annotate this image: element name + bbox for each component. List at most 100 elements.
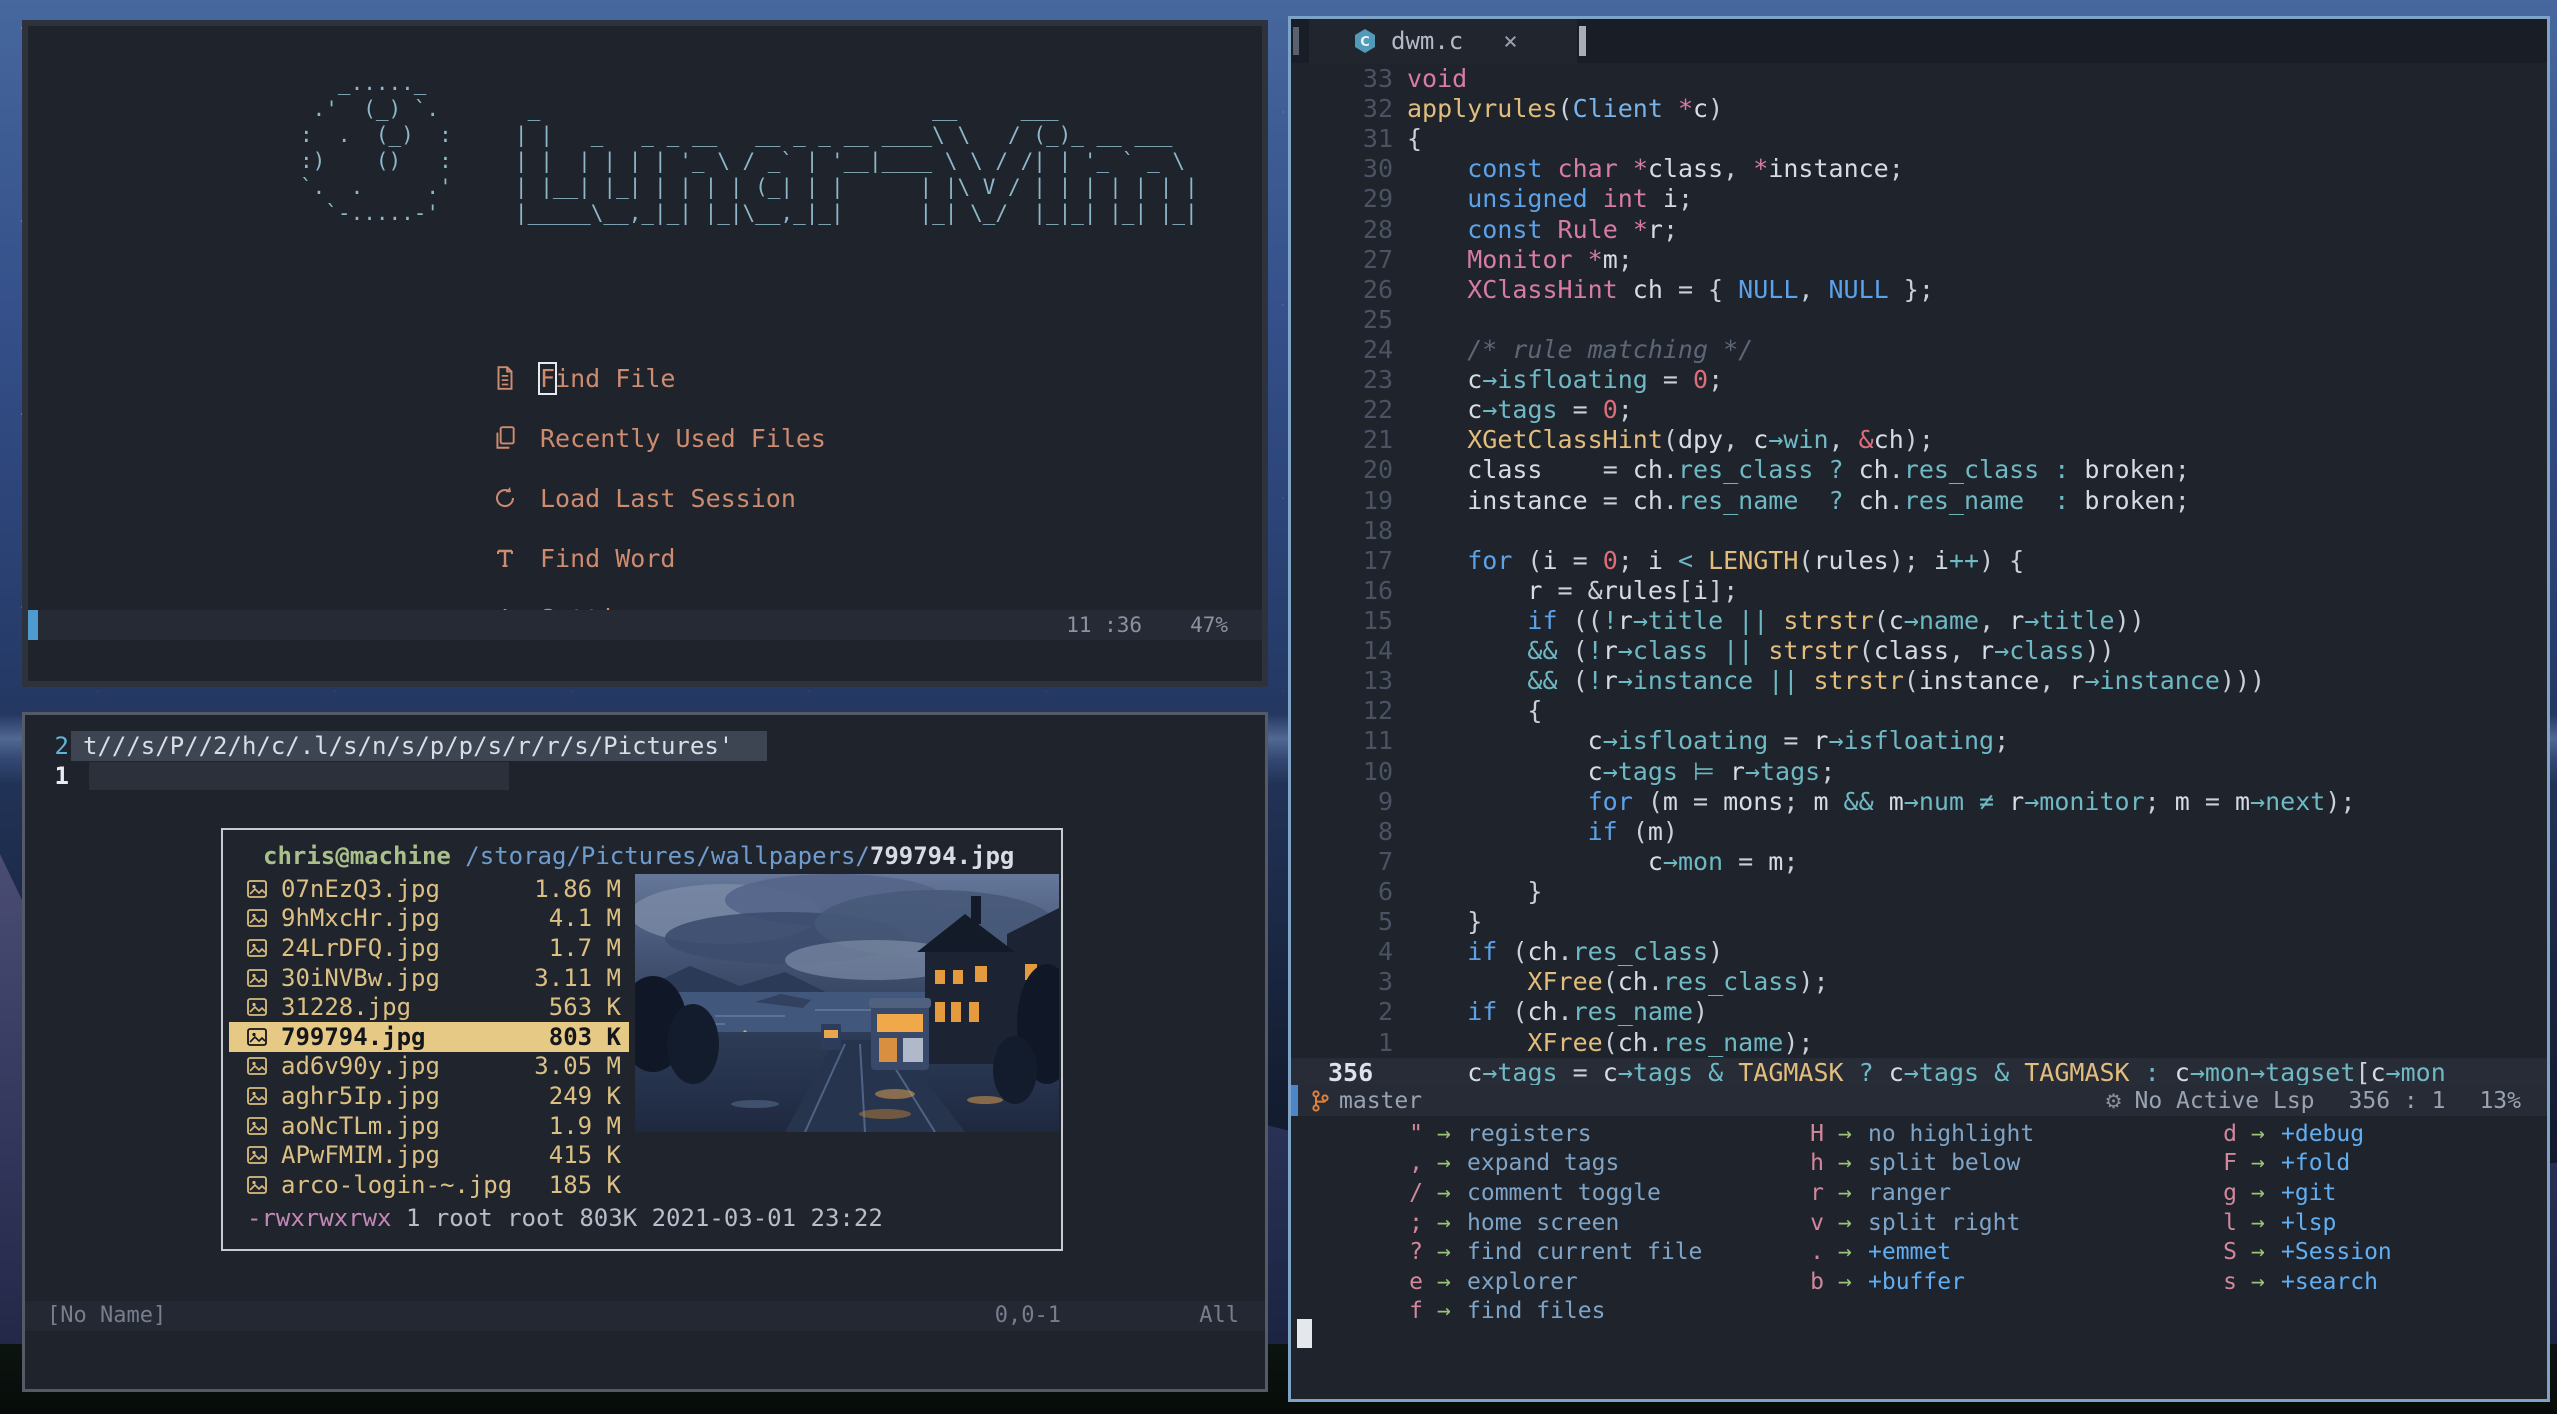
code-line[interactable]: 8 if (m) xyxy=(1291,817,2547,847)
whichkey-binding[interactable]: ? → find current file xyxy=(1379,1237,1702,1267)
whichkey-binding[interactable]: d → +debug xyxy=(2193,1119,2392,1149)
code-text: } xyxy=(1407,907,1483,937)
code-line[interactable]: 28 const Rule *r; xyxy=(1291,215,2547,245)
code-line[interactable]: 6 } xyxy=(1291,877,2547,907)
arrow-right-icon: → xyxy=(1437,1298,1451,1325)
file-picker-float[interactable]: chris@machine /storag/Pictures/wallpaper… xyxy=(221,828,1063,1251)
file-size: 1.7 M xyxy=(548,933,621,962)
file-row[interactable]: ad6v90y.jpg 3.05 M xyxy=(229,1052,629,1082)
code-line[interactable]: 33 void xyxy=(1291,64,2547,94)
buffer-line[interactable]: 2 t///s/P//2/h/c/.l/s/n/s/p/p/s/r/r/s/Pi… xyxy=(25,731,1265,761)
line-number: 13 xyxy=(1362,666,1393,696)
file-row[interactable]: aoNcTLm.jpg 1.9 M xyxy=(229,1111,629,1141)
menu-item-label: Load Last Session xyxy=(540,483,796,513)
file-row[interactable]: APwFMIM.jpg 415 K xyxy=(229,1140,629,1170)
code-line[interactable]: 3 XFree(ch.res_class); xyxy=(1291,967,2547,997)
whichkey-binding[interactable]: b → +buffer xyxy=(1780,1267,2034,1297)
code-line[interactable]: 19 instance = ch.res_name ? ch.res_name … xyxy=(1291,486,2547,516)
tab-close-icon[interactable]: × xyxy=(1503,27,1517,55)
code-line[interactable]: 17 for (i = 0; i < LENGTH(rules); i++) { xyxy=(1291,546,2547,576)
whichkey-binding[interactable]: l → +lsp xyxy=(2193,1208,2392,1238)
file-row[interactable]: aghr5Ip.jpg 249 K xyxy=(229,1081,629,1111)
buffer-line[interactable]: 1 xyxy=(25,761,1265,791)
arrow-right-icon: → xyxy=(1838,1209,1852,1236)
code-line[interactable]: 26 XClassHint ch = { NULL, NULL }; xyxy=(1291,275,2547,305)
whichkey-binding[interactable]: h → split below xyxy=(1780,1149,2034,1179)
scratch-statusline: [No Name] 0,0-1 All xyxy=(25,1301,1265,1331)
whichkey-binding[interactable]: ; → home screen xyxy=(1379,1208,1702,1238)
code-line[interactable]: 31 { xyxy=(1291,124,2547,154)
arrow-right-icon: → xyxy=(2251,1120,2265,1147)
code-line[interactable]: 11 c→isfloating = r→isfloating; xyxy=(1291,726,2547,756)
code-line[interactable]: 14 && (!r→class || strstr(class, r→class… xyxy=(1291,636,2547,666)
file-row[interactable]: 31228.jpg 563 K xyxy=(229,992,629,1022)
code-line-current[interactable]: 356 c→tags = c→tags & TAGMASK ? c→tags &… xyxy=(1291,1057,2547,1088)
code-line[interactable]: 9 for (m = mons; m && m→num ≠ r→monitor;… xyxy=(1291,787,2547,817)
code-line[interactable]: 4 if (ch.res_class) xyxy=(1291,937,2547,967)
whichkey-binding[interactable]: e → explorer xyxy=(1379,1267,1702,1297)
whichkey-binding[interactable]: " → registers xyxy=(1379,1119,1702,1149)
code-text: } xyxy=(1407,876,1543,906)
code-line[interactable]: 16 r = &rules[i]; xyxy=(1291,576,2547,606)
image-file-icon xyxy=(247,968,267,987)
menu-item-find-word[interactable]: Find Word xyxy=(492,528,826,588)
code-text: c→mon = m; xyxy=(1647,846,1799,876)
terminal-window-editor[interactable]: C dwm.c × 33 void 32 applyrules(Client *c) 3… xyxy=(1288,16,2550,1402)
code-line[interactable]: 21 XGetClassHint(dpy, c→win, &ch); xyxy=(1291,425,2547,455)
code-text: XFree(ch.res_class); xyxy=(1527,967,1829,997)
code-text: Monitor *m; xyxy=(1467,244,1633,274)
code-line[interactable]: 10 c→tags ⊨ r→tags; xyxy=(1291,757,2547,787)
code-line[interactable]: 5 } xyxy=(1291,907,2547,937)
code-text: c→tags ⊨ r→tags; xyxy=(1587,756,1836,786)
whichkey-binding[interactable]: r → ranger xyxy=(1780,1178,2034,1208)
file-size: 1.9 M xyxy=(548,1111,621,1140)
whichkey-binding[interactable]: S → +Session xyxy=(2193,1237,2392,1267)
code-line[interactable]: 24 /* rule matching */ xyxy=(1291,335,2547,365)
file-row[interactable]: 24LrDFQ.jpg 1.7 M xyxy=(229,933,629,963)
whichkey-binding[interactable]: v → split right xyxy=(1780,1208,2034,1238)
terminal-window-scratch[interactable]: 2 t///s/P//2/h/c/.l/s/n/s/p/p/s/r/r/s/Pi… xyxy=(22,712,1268,1392)
code-line[interactable]: 12 { xyxy=(1291,696,2547,726)
whichkey-label: +lsp xyxy=(2281,1209,2337,1236)
file-size: 185 K xyxy=(548,1170,621,1199)
code-line[interactable]: 32 applyrules(Client *c) xyxy=(1291,94,2547,124)
reload-icon xyxy=(492,485,518,511)
whichkey-binding[interactable]: H → no highlight xyxy=(1780,1119,2034,1149)
whichkey-binding[interactable]: / → comment toggle xyxy=(1379,1178,1702,1208)
whichkey-label: explorer xyxy=(1467,1268,1578,1295)
code-line[interactable]: 27 Monitor *m; xyxy=(1291,245,2547,275)
line-number: 24 xyxy=(1362,334,1393,364)
code-line[interactable]: 22 c→tags = 0; xyxy=(1291,395,2547,425)
code-line[interactable]: 30 const char *class, *instance; xyxy=(1291,154,2547,184)
code-line[interactable]: 1 XFree(ch.res_name); xyxy=(1291,1028,2547,1058)
code-line[interactable]: 20 class = ch.res_class ? ch.res_class :… xyxy=(1291,455,2547,485)
file-row[interactable]: 9hMxcHr.jpg 4.1 M xyxy=(229,904,629,934)
code-line[interactable]: 15 if ((!r→title || strstr(c→name, r→tit… xyxy=(1291,606,2547,636)
code-line[interactable]: 18 xyxy=(1291,516,2547,546)
whichkey-binding[interactable]: s → +search xyxy=(2193,1267,2392,1297)
whichkey-label: +emmet xyxy=(1868,1239,1952,1266)
menu-item-load-last-session[interactable]: Load Last Session xyxy=(492,468,826,528)
code-line[interactable]: 23 c→isfloating = 0; xyxy=(1291,365,2547,395)
whichkey-binding[interactable]: f → find files xyxy=(1379,1297,1702,1327)
code-line[interactable]: 25 xyxy=(1291,305,2547,335)
menu-item-recently-used-files[interactable]: Recently Used Files xyxy=(492,408,826,468)
terminal-window-dashboard[interactable]: _....._ .' (_) `. _ __ ___ : . (_) : | |… xyxy=(22,20,1268,687)
code-line[interactable]: 13 && (!r→instance || strstr(instance, r… xyxy=(1291,666,2547,696)
code-text: instance = ch.res_name ? ch.res_name : b… xyxy=(1467,485,2190,515)
file-row[interactable]: 30iNVBw.jpg 3.11 M xyxy=(229,963,629,993)
whichkey-binding[interactable]: F → +fold xyxy=(2193,1149,2392,1179)
code-line[interactable]: 29 unsigned int i; xyxy=(1291,184,2547,214)
file-row-selected[interactable]: 799794.jpg 803 K xyxy=(229,1021,629,1052)
arrow-right-icon: → xyxy=(2251,1268,2265,1295)
whichkey-binding[interactable]: g → +git xyxy=(2193,1178,2392,1208)
line-number: 3 xyxy=(1377,967,1393,997)
file-row[interactable]: 07nEzQ3.jpg 1.86 M xyxy=(229,874,629,904)
tab-dwm-c[interactable]: C dwm.c × xyxy=(1309,19,1577,63)
file-row[interactable]: arco-login-~.jpg 185 K xyxy=(229,1170,629,1200)
whichkey-binding[interactable]: . → +emmet xyxy=(1780,1237,2034,1267)
menu-item-find-file[interactable]: Find File xyxy=(492,348,826,408)
code-line[interactable]: 7 c→mon = m; xyxy=(1291,847,2547,877)
whichkey-binding[interactable]: , → expand tags xyxy=(1379,1149,1702,1179)
code-line[interactable]: 2 if (ch.res_name) xyxy=(1291,997,2547,1027)
